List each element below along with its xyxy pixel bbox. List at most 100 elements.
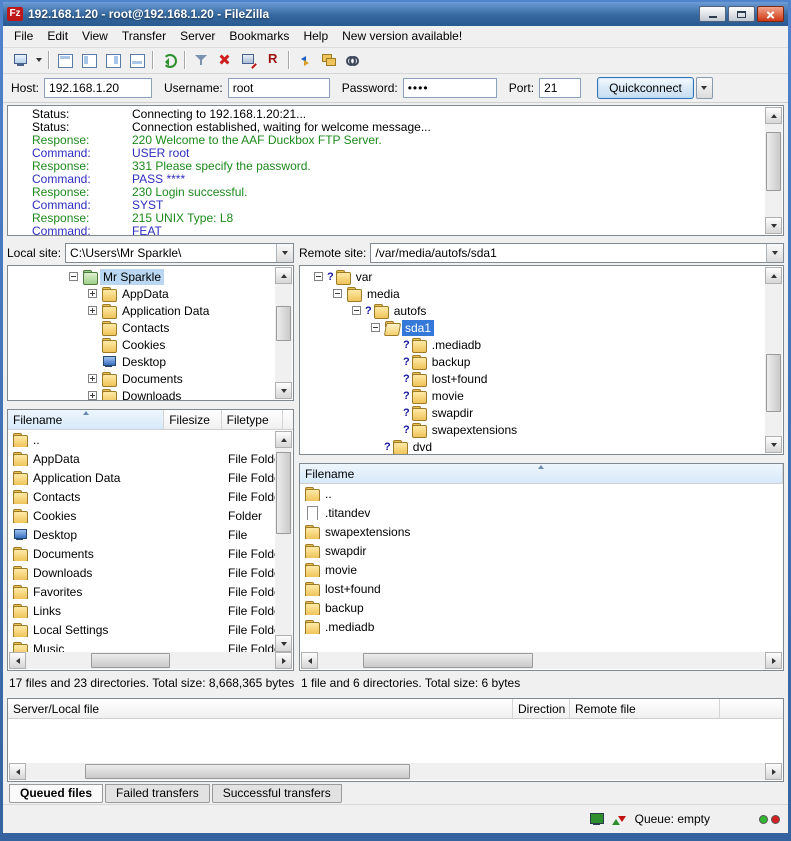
scrollbar-track[interactable] [26,763,765,780]
tree-item-desktop[interactable]: Desktop [8,353,275,370]
toggle-local-tree-button[interactable] [77,49,101,71]
local-site-combo[interactable]: C:\Users\Mr Sparkle\ [65,243,294,263]
scrollbar-track[interactable] [765,284,782,436]
scrollbar-track[interactable] [26,652,275,669]
tree-item-contacts[interactable]: Contacts [8,319,275,336]
scrollbar-thumb[interactable] [85,764,410,779]
file-row-item[interactable]: .. [300,484,783,503]
scrollbar-thumb[interactable] [766,354,781,412]
file-row-links[interactable]: LinksFile Folder [8,601,276,620]
scrollbar-track[interactable] [275,448,292,635]
scroll-down-button[interactable] [275,635,292,652]
file-row-application-data[interactable]: Application DataFile Folder [8,468,276,487]
toggle-remote-tree-button[interactable] [101,49,125,71]
menu-item-edit[interactable]: Edit [40,26,75,46]
collapse-icon[interactable] [69,272,78,281]
maximize-button[interactable] [728,6,755,22]
expand-icon[interactable] [88,391,97,400]
expand-icon[interactable] [88,306,97,315]
scroll-up-button[interactable] [765,107,782,124]
tree-item-var[interactable]: ?var [300,268,765,285]
tree-item-backup[interactable]: ?backup [300,353,765,370]
disconnect-button[interactable] [237,49,261,71]
tree-item-downloads[interactable]: Downloads [8,387,275,401]
local-pane-splitter[interactable] [7,401,294,409]
file-row-contacts[interactable]: ContactsFile Folder [8,487,276,506]
queue-hscrollbar[interactable] [9,763,782,780]
find-button[interactable] [341,49,365,71]
remote-site-combo[interactable]: /var/media/autofs/sda1 [370,243,784,263]
scroll-right-button[interactable] [765,652,782,669]
collapse-icon[interactable] [352,306,361,315]
tree-item-sda1[interactable]: sda1 [300,319,765,336]
file-row-backup[interactable]: backup [300,598,783,617]
menu-item-new-version-available[interactable]: New version available! [335,26,469,46]
scroll-down-button[interactable] [275,382,292,399]
expand-icon[interactable] [88,374,97,383]
close-button[interactable] [757,6,784,22]
scroll-up-button[interactable] [275,431,292,448]
cancel-button[interactable] [213,49,237,71]
scrollbar-thumb[interactable] [276,452,291,534]
menu-item-server[interactable]: Server [173,26,222,46]
file-row-downloads[interactable]: DownloadsFile Folder [8,563,276,582]
scroll-up-button[interactable] [765,267,782,284]
tree-item-dvd[interactable]: ?dvd [300,438,765,455]
menu-item-transfer[interactable]: Transfer [115,26,173,46]
toggle-message-log-button[interactable] [53,49,77,71]
remote-list-hscrollbar[interactable] [301,652,782,669]
scroll-left-button[interactable] [9,652,26,669]
toggle-queue-button[interactable] [125,49,149,71]
scroll-down-button[interactable] [765,436,782,453]
file-row-lost-found[interactable]: lost+found [300,579,783,598]
scrollbar-thumb[interactable] [766,132,781,192]
port-input[interactable] [539,78,581,98]
site-manager-button[interactable] [8,49,32,71]
scroll-left-button[interactable] [9,763,26,780]
remote-tree-scrollbar[interactable] [765,267,782,453]
tab-queued-files[interactable]: Queued files [9,784,103,803]
column-header-filetype[interactable]: Filetype [222,410,283,429]
scroll-right-button[interactable] [765,763,782,780]
scroll-up-button[interactable] [275,267,292,284]
file-row-swapextensions[interactable]: swapextensions [300,522,783,541]
collapse-icon[interactable] [371,323,380,332]
remote-pane-splitter[interactable] [299,455,784,463]
scrollbar-track[interactable] [275,284,292,382]
file-row-swapdir[interactable]: swapdir [300,541,783,560]
log-scrollbar[interactable] [765,107,782,234]
host-input[interactable] [44,78,152,98]
titlebar[interactable]: Fz 192.168.1.20 - root@192.168.1.20 - Fi… [3,2,788,26]
password-input[interactable] [403,78,497,98]
compare-button[interactable] [293,49,317,71]
menu-item-bookmarks[interactable]: Bookmarks [222,26,296,46]
scrollbar-thumb[interactable] [363,653,533,668]
scrollbar-track[interactable] [765,124,782,217]
file-row-appdata[interactable]: AppDataFile Folder [8,449,276,468]
collapse-icon[interactable] [314,272,323,281]
file-row-item[interactable]: .. [8,430,276,449]
scrollbar-track[interactable] [318,652,765,669]
expand-icon[interactable] [88,289,97,298]
scrollbar-thumb[interactable] [91,653,171,668]
column-header-remote-file[interactable]: Remote file [570,699,720,718]
column-header-filesize[interactable]: Filesize [164,410,221,429]
file-row-music[interactable]: MusicFile Folder [8,639,276,653]
column-header-direction[interactable]: Direction [513,699,570,718]
menu-item-file[interactable]: File [7,26,40,46]
file-row-documents[interactable]: DocumentsFile Folder [8,544,276,563]
tree-item-swapextensions[interactable]: ?swapextensions [300,421,765,438]
file-row-favorites[interactable]: FavoritesFile Folder [8,582,276,601]
local-site-dropdown-button[interactable] [276,244,293,262]
tree-item-movie[interactable]: ?movie [300,387,765,404]
tree-item-appdata[interactable]: AppData [8,285,275,302]
file-row-titandev[interactable]: .titandev [300,503,783,522]
filter-button[interactable] [189,49,213,71]
tree-item-swapdir[interactable]: ?swapdir [300,404,765,421]
tree-item-mediadb[interactable]: ?.mediadb [300,336,765,353]
site-manager-dropdown-button[interactable] [32,49,45,71]
file-row-mediadb[interactable]: .mediadb [300,617,783,636]
scrollbar-thumb[interactable] [276,306,291,341]
column-header-filename[interactable]: Filename [300,464,783,483]
tree-item-media[interactable]: media [300,285,765,302]
